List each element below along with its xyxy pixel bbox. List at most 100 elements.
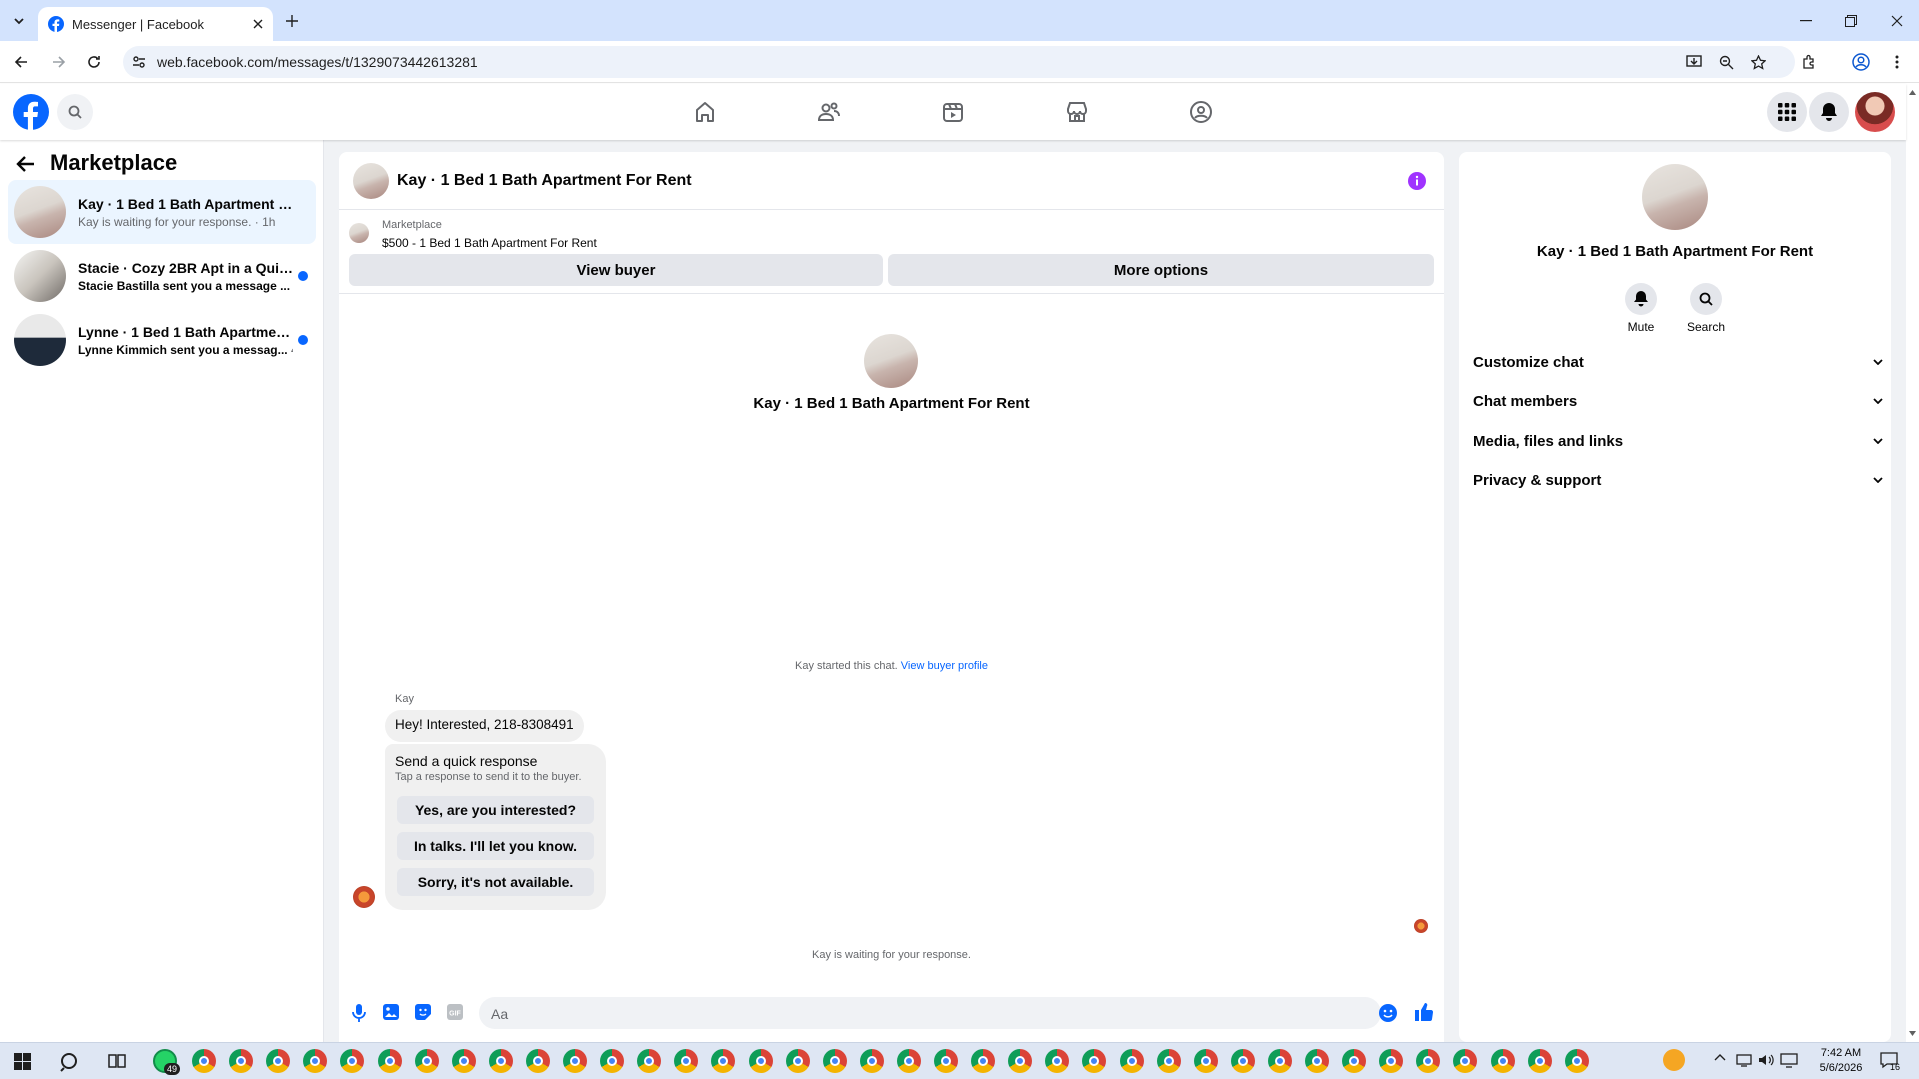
close-window-icon[interactable] [1886,10,1908,32]
home-icon[interactable] [687,94,723,130]
chrome-window-icon[interactable] [1527,1049,1552,1073]
network-icon[interactable] [1736,1052,1752,1068]
chrome-window-icon[interactable] [896,1049,921,1073]
chrome-window-icon[interactable] [192,1049,216,1073]
quick-response-button[interactable]: Yes, are you interested? [397,796,594,824]
tray-app-icon[interactable] [1663,1049,1685,1071]
tab-search-chevron-icon[interactable] [8,10,30,32]
facebook-logo-icon[interactable] [13,94,49,130]
conversation-item-lynne[interactable]: Lynne · 1 Bed 1 Bath Apartment F... Lynn… [8,308,316,372]
notifications-bell-icon[interactable] [1809,92,1849,132]
chrome-window-icon[interactable] [785,1049,810,1073]
chrome-window-icon[interactable] [971,1049,996,1073]
sticker-icon[interactable] [415,1004,431,1020]
install-app-icon[interactable] [1683,51,1705,73]
forward-icon[interactable] [48,51,70,73]
new-tab-icon[interactable] [281,10,303,32]
chrome-window-icon[interactable] [1156,1049,1181,1073]
reload-icon[interactable] [83,51,105,73]
show-hidden-icons-icon[interactable] [1714,1053,1726,1061]
chrome-window-icon[interactable] [859,1049,884,1073]
chrome-window-icon[interactable] [377,1049,402,1073]
chrome-window-icon[interactable] [1453,1049,1478,1073]
conversation-item-stacie[interactable]: Stacie · Cozy 2BR Apt in a Quiet ... Sta… [8,244,316,308]
chrome-window-icon[interactable] [1490,1049,1515,1073]
chrome-window-icon[interactable] [563,1049,587,1073]
listing-title[interactable]: $500 - 1 Bed 1 Bath Apartment For Rent [382,236,597,250]
chrome-window-icon[interactable] [674,1049,699,1073]
groups-icon[interactable] [1183,94,1219,130]
chat-avatar[interactable] [353,162,389,199]
chrome-window-icon[interactable] [1267,1049,1292,1073]
bookmark-star-icon[interactable] [1747,51,1769,73]
attach-photo-icon[interactable] [383,1004,399,1020]
more-options-button[interactable]: More options [888,254,1434,286]
chrome-window-icon[interactable] [1342,1049,1367,1073]
chrome-window-icon[interactable] [1193,1049,1218,1073]
voice-clip-icon[interactable] [351,1004,367,1022]
chrome-window-icon[interactable] [637,1049,662,1073]
view-buyer-profile-link[interactable]: View buyer profile [901,660,988,672]
message-input[interactable]: Aa [479,997,1381,1029]
chrome-window-icon[interactable] [600,1049,625,1073]
gif-icon[interactable]: GIF [447,1004,463,1020]
view-buyer-button[interactable]: View buyer [349,254,883,286]
menu-grid-icon[interactable] [1767,92,1807,132]
page-scrollbar[interactable] [1906,84,1919,1042]
back-icon[interactable] [10,51,32,73]
friends-icon[interactable] [811,94,847,130]
chrome-window-icon[interactable] [451,1049,476,1073]
chrome-window-icon[interactable] [822,1049,847,1073]
chrome-window-icon[interactable] [488,1049,513,1073]
customize-chat-section[interactable]: Customize chat [1473,346,1883,378]
minimize-icon[interactable] [1795,10,1817,32]
chat-members-section[interactable]: Chat members [1473,385,1883,417]
chrome-window-icon[interactable] [266,1049,291,1073]
conversation-item-kay[interactable]: Kay · 1 Bed 1 Bath Apartment For R... Ka… [8,180,316,244]
chrome-window-icon[interactable] [748,1049,773,1073]
menu-kebab-icon[interactable] [1886,51,1908,73]
like-thumbs-up-icon[interactable] [1414,1002,1434,1022]
display-icon[interactable] [1780,1052,1798,1068]
chrome-window-icon[interactable] [711,1049,736,1073]
back-arrow-icon[interactable] [16,154,36,174]
marketplace-icon[interactable] [1059,94,1095,130]
tab-close-icon[interactable] [253,19,263,29]
chat-title[interactable]: Kay · 1 Bed 1 Bath Apartment For Rent [397,172,692,190]
restore-icon[interactable] [1840,10,1862,32]
account-avatar[interactable] [1855,92,1895,132]
chrome-window-icon[interactable] [1379,1049,1404,1073]
chrome-window-icon[interactable] [1082,1049,1107,1073]
emoji-icon[interactable] [1379,1004,1397,1022]
chrome-window-icon[interactable] [1416,1049,1441,1073]
fb-search-icon[interactable] [57,94,93,130]
chrome-window-icon[interactable] [934,1049,958,1073]
chrome-window-icon[interactable] [1045,1049,1070,1073]
chrome-window-icon[interactable] [303,1049,328,1073]
task-view-icon[interactable] [108,1052,126,1070]
message-bubble[interactable]: Hey! Interested, 218-8308491 [385,710,584,742]
mute-bell-icon[interactable] [1625,283,1657,315]
zoom-icon[interactable] [1715,51,1737,73]
chrome-window-icon[interactable] [340,1049,365,1073]
taskbar-search-icon[interactable] [60,1052,80,1072]
url-field[interactable]: web.facebook.com/messages/t/132907344261… [123,46,1795,78]
quick-response-button[interactable]: Sorry, it's not available. [397,868,594,896]
chrome-window-icon[interactable] [229,1049,254,1073]
quick-response-button[interactable]: In talks. I'll let you know. [397,832,594,860]
site-settings-icon[interactable] [132,55,146,69]
chrome-window-icon[interactable] [414,1049,439,1073]
profile-icon[interactable] [1850,51,1872,73]
chrome-window-icon[interactable] [1230,1049,1255,1073]
chrome-window-icon[interactable] [1119,1049,1144,1073]
chrome-window-icon[interactable] [1008,1049,1033,1073]
browser-tab[interactable]: Messenger | Facebook [38,7,273,41]
volume-icon[interactable] [1758,1052,1774,1068]
chrome-window-icon[interactable] [1564,1049,1589,1073]
chrome-window-icon[interactable] [1305,1049,1329,1073]
clock[interactable]: 7:42 AM 5/6/2026 [1806,1046,1876,1076]
watch-icon[interactable] [935,94,971,130]
extensions-icon[interactable] [1798,51,1820,73]
search-conversation-icon[interactable] [1690,283,1722,315]
chrome-window-icon[interactable] [525,1049,550,1073]
